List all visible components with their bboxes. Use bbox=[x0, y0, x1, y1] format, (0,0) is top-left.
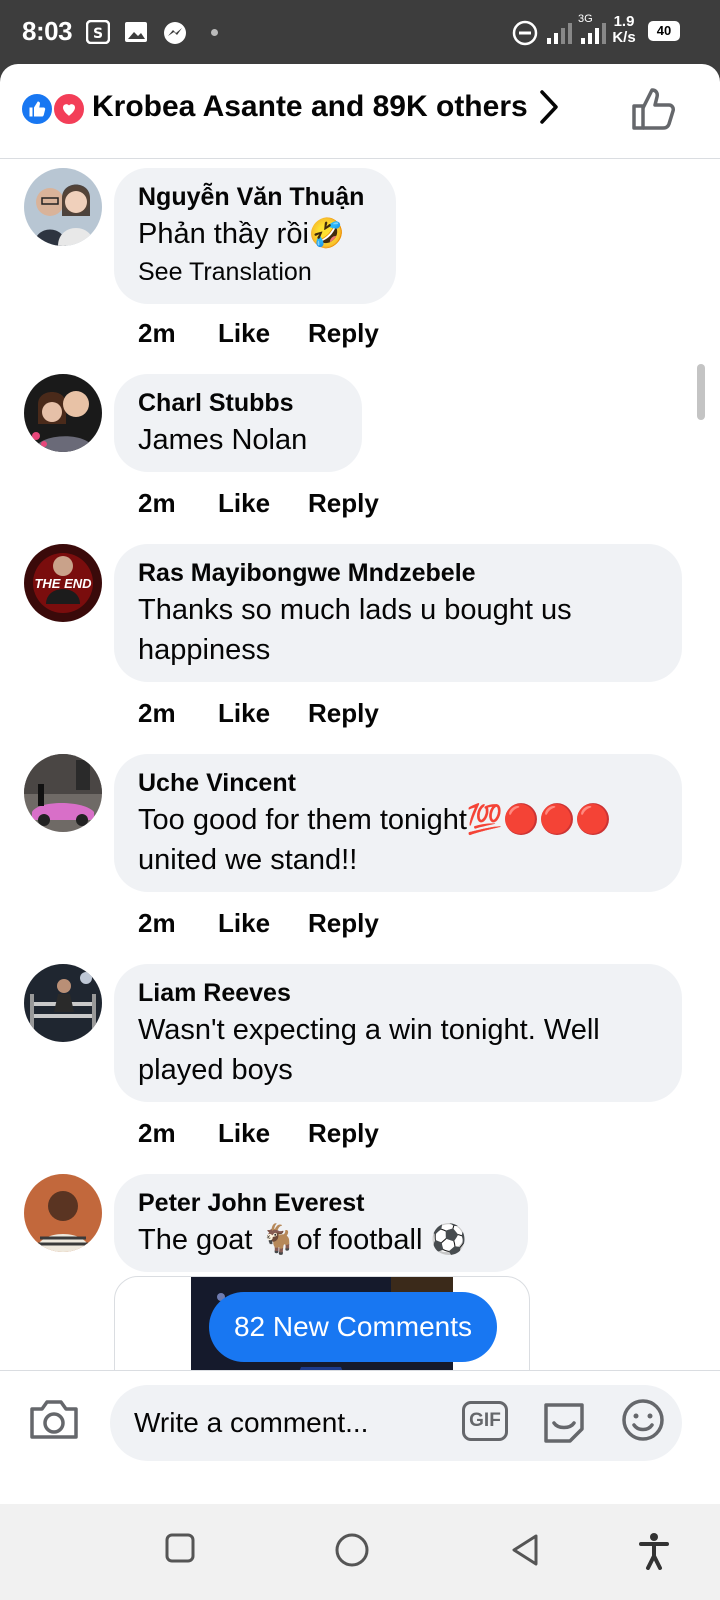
comment-author[interactable]: Ras Mayibongwe Mndzebele bbox=[138, 558, 658, 588]
reply-button[interactable]: Reply bbox=[308, 908, 379, 939]
comment-author[interactable]: Uche Vincent bbox=[138, 768, 658, 798]
comment-bubble[interactable]: Liam Reeves Wasn't expecting a win tonig… bbox=[114, 964, 682, 1102]
emoji-icon[interactable] bbox=[620, 1397, 666, 1443]
comment-item: Uche Vincent Too good for them tonight💯🔴… bbox=[0, 754, 720, 954]
comment-time: 2m bbox=[138, 1118, 176, 1148]
camera-icon[interactable] bbox=[28, 1395, 80, 1443]
like-post-icon[interactable] bbox=[630, 86, 678, 132]
like-button[interactable]: Like bbox=[218, 908, 270, 939]
comment-composer: GIF bbox=[0, 1370, 720, 1473]
comment-time: 2m bbox=[138, 488, 176, 518]
reply-button[interactable]: Reply bbox=[308, 318, 379, 349]
comment-text: Wasn't expecting a win tonight. Well pla… bbox=[138, 1014, 600, 1086]
speed-value: 1.9 bbox=[613, 13, 635, 30]
avatar[interactable]: THE END bbox=[24, 544, 102, 622]
navigation-bar bbox=[0, 1504, 720, 1600]
network-speed: 1.9 K/s bbox=[610, 14, 638, 46]
comment-text: Too good for them tonight💯🔴🔴🔴 united we … bbox=[138, 804, 612, 876]
recent-apps-icon[interactable] bbox=[164, 1532, 196, 1564]
more-notifications-dot bbox=[211, 29, 218, 36]
comment-item: THE END Ras Mayibongwe Mndzebele Thanks … bbox=[0, 544, 720, 744]
reply-button[interactable]: Reply bbox=[308, 488, 379, 519]
like-button[interactable]: Like bbox=[218, 698, 270, 729]
reply-button[interactable]: Reply bbox=[308, 698, 379, 729]
app-notification-icon: S bbox=[86, 20, 110, 44]
comment-time: 2m bbox=[138, 318, 176, 348]
signal-icon-2 bbox=[581, 23, 606, 44]
avatar[interactable] bbox=[24, 168, 102, 246]
dnd-icon bbox=[512, 20, 538, 46]
comment-bubble[interactable]: Ras Mayibongwe Mndzebele Thanks so much … bbox=[114, 544, 682, 682]
gif-button[interactable]: GIF bbox=[462, 1401, 508, 1441]
battery-icon: 40 bbox=[648, 21, 680, 41]
comment-item: Liam Reeves Wasn't expecting a win tonig… bbox=[0, 964, 720, 1164]
avatar[interactable] bbox=[24, 1174, 102, 1252]
avatar-caption: THE END bbox=[34, 576, 92, 591]
comment-item: Charl Stubbs James Nolan 2m Like Reply bbox=[0, 374, 720, 534]
comments-sheet: Krobea Asante and 89K others Nguyễn Văn … bbox=[0, 64, 720, 1504]
battery-level: 40 bbox=[656, 23, 672, 38]
comment-text: The goat 🐐of football ⚽ bbox=[138, 1224, 467, 1256]
comment-bubble[interactable]: Nguyễn Văn Thuận Phản thầy rồi🤣 See Tran… bbox=[114, 168, 396, 304]
comment-bubble[interactable]: Charl Stubbs James Nolan bbox=[114, 374, 362, 472]
signal-icon-1 bbox=[547, 23, 572, 44]
speed-unit: K/s bbox=[612, 29, 636, 46]
sticker-icon[interactable] bbox=[540, 1397, 588, 1445]
comment-input[interactable] bbox=[110, 1385, 682, 1461]
comment-author[interactable]: Nguyễn Văn Thuận bbox=[138, 182, 372, 212]
comment-author[interactable]: Charl Stubbs bbox=[138, 388, 338, 418]
comment-bubble[interactable]: Uche Vincent Too good for them tonight💯🔴… bbox=[114, 754, 682, 892]
new-comments-button[interactable]: 82 New Comments bbox=[209, 1292, 497, 1362]
comment-author[interactable]: Liam Reeves bbox=[138, 978, 658, 1008]
gif-label: GIF bbox=[469, 1410, 501, 1431]
comment-time: 2m bbox=[138, 908, 176, 938]
avatar[interactable] bbox=[24, 374, 102, 452]
status-time: 8:03 bbox=[22, 16, 73, 46]
comment-item: Nguyễn Văn Thuận Phản thầy rồi🤣 See Tran… bbox=[0, 168, 720, 368]
svg-text:S: S bbox=[93, 26, 103, 42]
gallery-icon bbox=[125, 22, 147, 42]
avatar[interactable] bbox=[24, 964, 102, 1042]
back-icon[interactable] bbox=[508, 1532, 542, 1568]
comment-text: Thanks so much lads u bought us happines… bbox=[138, 594, 572, 666]
like-button[interactable]: Like bbox=[218, 318, 270, 349]
comment-time: 2m bbox=[138, 698, 176, 728]
messenger-icon bbox=[164, 22, 186, 44]
comment-bubble[interactable]: Peter John Everest The goat 🐐of football… bbox=[114, 1174, 528, 1272]
like-reaction-icon bbox=[20, 92, 54, 126]
accessibility-icon[interactable] bbox=[638, 1532, 670, 1570]
comment-author[interactable]: Peter John Everest bbox=[138, 1188, 504, 1218]
reactions-header[interactable]: Krobea Asante and 89K others bbox=[0, 64, 720, 159]
like-button[interactable]: Like bbox=[218, 488, 270, 519]
love-reaction-icon bbox=[52, 92, 86, 126]
status-bar: 8:03 S 3G 1.9 K/s 40 bbox=[0, 0, 720, 64]
comment-text: Phản thầy rồi🤣 bbox=[138, 218, 345, 250]
reply-button[interactable]: Reply bbox=[308, 1118, 379, 1149]
comment-text: James Nolan bbox=[138, 424, 308, 456]
reactions-summary[interactable]: Krobea Asante and 89K others bbox=[92, 90, 528, 124]
like-button[interactable]: Like bbox=[218, 1118, 270, 1149]
chevron-right-icon[interactable] bbox=[538, 88, 560, 126]
home-icon[interactable] bbox=[334, 1532, 370, 1568]
avatar[interactable] bbox=[24, 754, 102, 832]
see-translation-link[interactable]: See Translation bbox=[138, 256, 372, 288]
